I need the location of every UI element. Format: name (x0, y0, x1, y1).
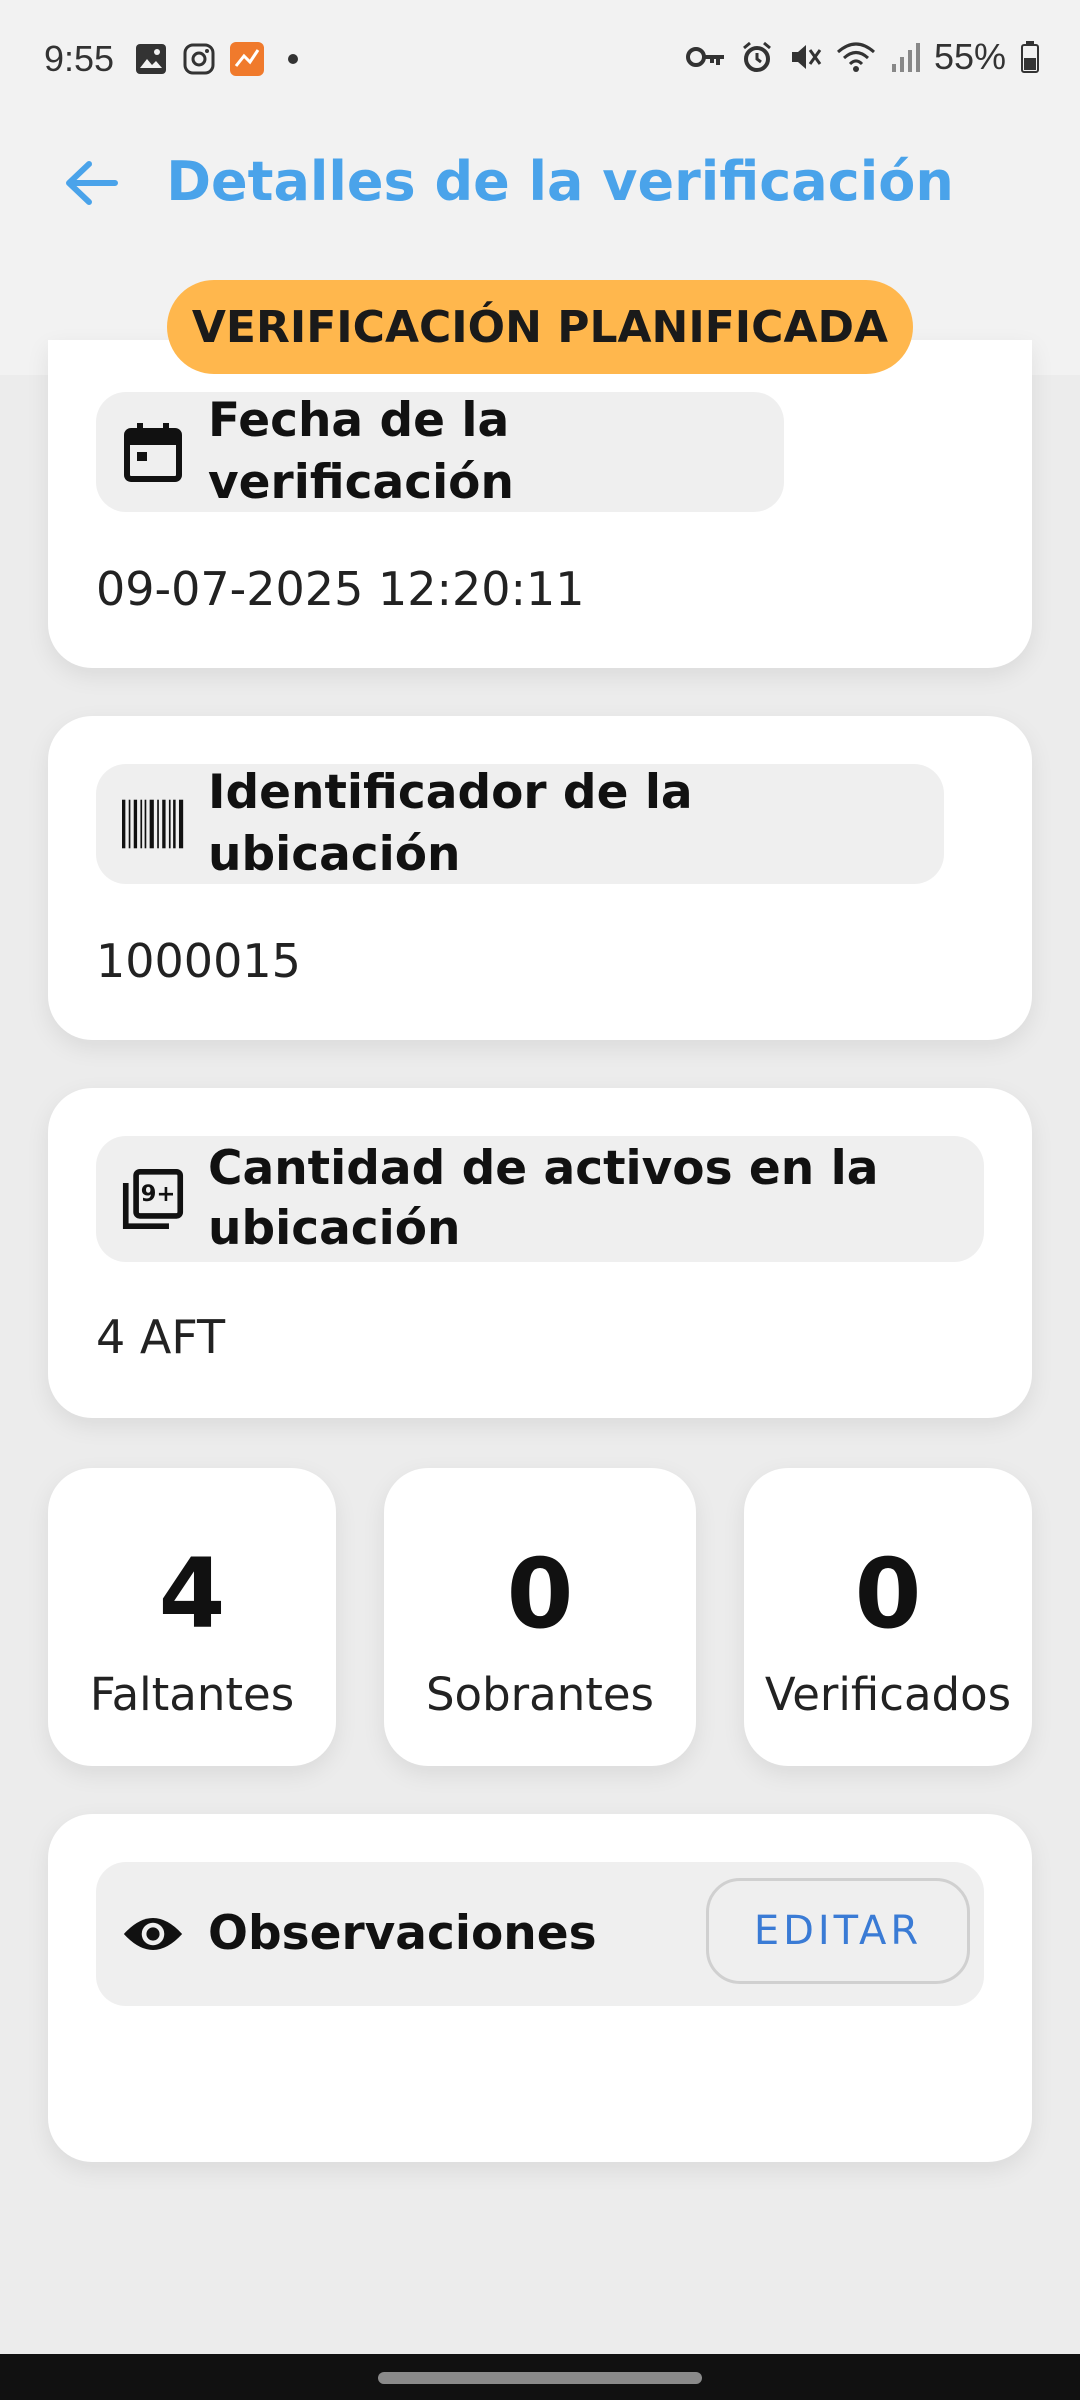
location-card-label: Identificador de la ubicación (208, 765, 693, 882)
stat-verificados-label: Verificados (764, 1668, 1012, 1721)
stat-sobrantes-label: Sobrantes (425, 1668, 655, 1721)
observations-label: Observaciones (208, 1906, 597, 1961)
barcode-icon (122, 793, 184, 855)
verification-date: 09-07-2025 12:20:11 (96, 562, 585, 616)
assets-count: 4 AFT (96, 1310, 226, 1364)
home-gesture-handle[interactable] (378, 2372, 702, 2384)
alarm-icon (740, 40, 774, 74)
status-bar: 9:55 55% (0, 0, 1080, 120)
assets-card-label: Cantidad de activos en la ubicación (208, 1139, 878, 1259)
app-notification-icon (230, 42, 264, 76)
location-card-header: Identificador de la ubicación (96, 764, 944, 884)
assets-card-label-line1: Cantidad de activos en la (208, 1141, 879, 1196)
assets-card: 9+ Cantidad de activos en la ubicación 4… (48, 1088, 1032, 1418)
stat-faltantes-label: Faltantes (89, 1668, 295, 1721)
wifi-icon (836, 40, 876, 74)
edit-button[interactable]: EDITAR (706, 1878, 970, 1984)
svg-text:9+: 9+ (141, 1181, 176, 1207)
location-card: Identificador de la ubicación 1000015 (48, 716, 1032, 1040)
stat-faltantes-value: 4 (158, 1538, 226, 1650)
stat-sobrantes-value: 0 (506, 1538, 574, 1650)
filter-9-plus-icon: 9+ (122, 1168, 184, 1230)
system-icons: 55% (685, 36, 1040, 78)
page-title: Detalles de la verificación (166, 150, 954, 213)
battery-icon (1020, 40, 1040, 74)
instagram-icon (182, 42, 216, 76)
status-time: 9:55 (44, 38, 115, 79)
notification-icons (134, 42, 298, 76)
observations-card: Observaciones EDITAR (48, 1814, 1032, 2162)
assets-card-header: 9+ Cantidad de activos en la ubicación (96, 1136, 984, 1262)
date-card: Fecha de la verificación 09-07-2025 12:2… (48, 340, 1032, 668)
date-card-label: Fecha de la verificación (208, 393, 514, 510)
key-icon (685, 43, 726, 71)
stat-sobrantes: 0 Sobrantes (384, 1468, 696, 1766)
eye-icon (122, 1903, 184, 1965)
date-card-header: Fecha de la verificación (96, 392, 784, 512)
stat-verificados: 0 Verificados (744, 1468, 1032, 1766)
mute-icon (788, 40, 822, 74)
gallery-icon (134, 42, 168, 76)
assets-card-label-line2: ubicación (208, 1201, 461, 1256)
location-identifier: 1000015 (96, 934, 301, 988)
status-badge: VERIFICACIÓN PLANIFICADA (167, 280, 913, 374)
battery-percentage: 55% (933, 36, 1006, 77)
signal-icon (890, 40, 920, 74)
stat-faltantes: 4 Faltantes (48, 1468, 336, 1766)
more-notifications-dot (288, 54, 298, 64)
stat-verificados-value: 0 (854, 1538, 922, 1650)
calendar-icon (122, 421, 184, 483)
